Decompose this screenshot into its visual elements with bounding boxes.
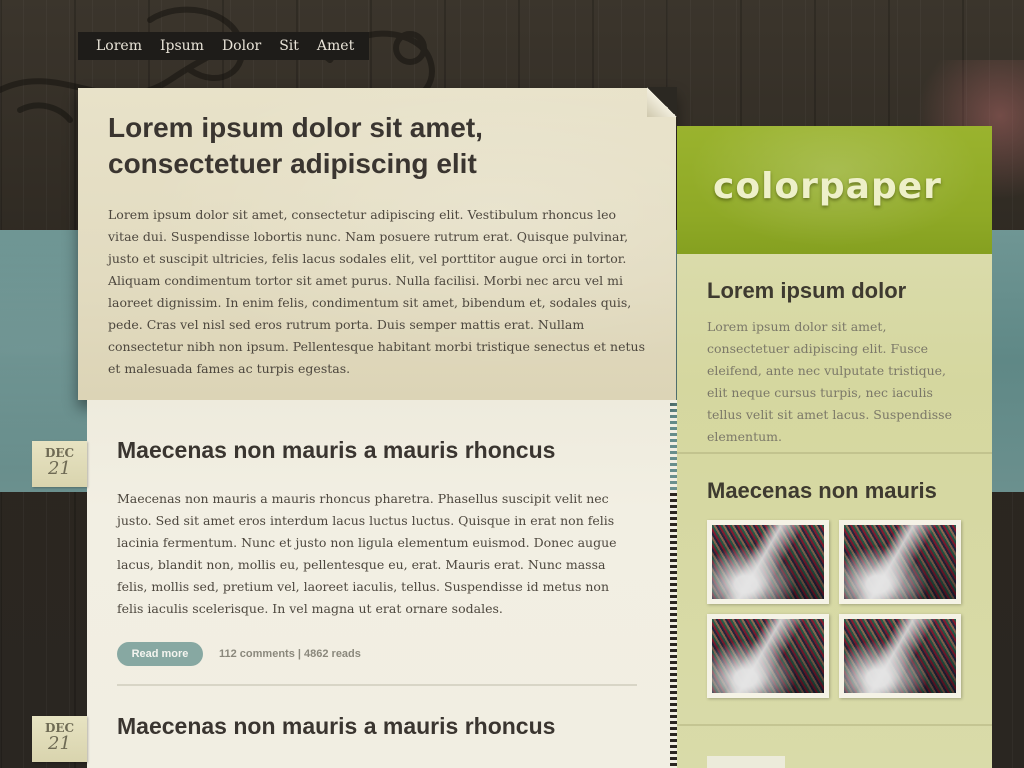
- sidebar: colorpaper Lorem ipsum dolor Lorem ipsum…: [677, 126, 992, 768]
- site-logo[interactable]: colorpaper: [713, 166, 973, 207]
- page-fold-corner: [647, 87, 677, 117]
- date-day: 21: [48, 733, 71, 754]
- thumbnail-grid: [707, 520, 967, 698]
- date-tag: DEC 21: [32, 441, 87, 487]
- nav-item-amet[interactable]: Amet: [317, 38, 354, 54]
- sidebar-block-text: Lorem ipsum dolor Lorem ipsum dolor sit …: [707, 278, 967, 448]
- read-more-button[interactable]: Read more: [117, 642, 203, 666]
- thumbnail-image: [844, 525, 956, 599]
- sidebar-divider: [677, 724, 992, 726]
- post-title[interactable]: Maecenas non mauris a mauris rhoncus: [117, 712, 637, 740]
- post-2: Maecenas non mauris a mauris rhoncus: [117, 712, 637, 740]
- sidebar-block-title: Lorem ipsum dolor: [707, 278, 907, 303]
- gallery-thumbnail[interactable]: [707, 614, 829, 698]
- thumbnail-image: [844, 619, 956, 693]
- post-body: Maecenas non mauris a mauris rhoncus pha…: [117, 491, 617, 616]
- sidebar-block-gallery: Maecenas non mauris: [707, 478, 967, 698]
- gallery-thumbnail[interactable]: [839, 520, 961, 604]
- nav-item-sit[interactable]: Sit: [279, 38, 299, 54]
- nav-item-ipsum[interactable]: Ipsum: [160, 38, 204, 54]
- sidebar-next-block-tab: [707, 756, 785, 768]
- date-day: 21: [48, 458, 71, 479]
- gallery-thumbnail[interactable]: [839, 614, 961, 698]
- sidebar-block-body: Lorem ipsum dolor sit amet, consectetuer…: [707, 319, 952, 444]
- post-stats: 112 comments | 4862 reads: [219, 648, 361, 660]
- hero-title: Lorem ipsum dolor sit amet, consectetuer…: [108, 112, 483, 179]
- thumbnail-image: [712, 525, 824, 599]
- post-title[interactable]: Maecenas non mauris a mauris rhoncus: [117, 436, 637, 464]
- brand-header: colorpaper: [677, 126, 992, 254]
- date-tag: DEC 21: [32, 716, 87, 762]
- gallery-thumbnail[interactable]: [707, 520, 829, 604]
- top-navigation: Lorem Ipsum Dolor Sit Amet: [78, 32, 369, 60]
- post-meta: Read more 112 comments | 4862 reads: [117, 642, 637, 666]
- nav-item-dolor[interactable]: Dolor: [222, 38, 261, 54]
- hero-body: Lorem ipsum dolor sit amet, consectetur …: [108, 207, 645, 376]
- main-content: Maecenas non mauris a mauris rhoncus Mae…: [87, 400, 677, 768]
- post-1: Maecenas non mauris a mauris rhoncus Mae…: [117, 436, 637, 686]
- sidebar-block-title: Maecenas non mauris: [707, 478, 937, 503]
- sidebar-divider: [677, 452, 992, 454]
- thumbnail-image: [712, 619, 824, 693]
- hero-paper: Lorem ipsum dolor sit amet, consectetuer…: [78, 87, 677, 400]
- post-divider: [117, 684, 637, 686]
- nav-item-lorem[interactable]: Lorem: [96, 38, 142, 54]
